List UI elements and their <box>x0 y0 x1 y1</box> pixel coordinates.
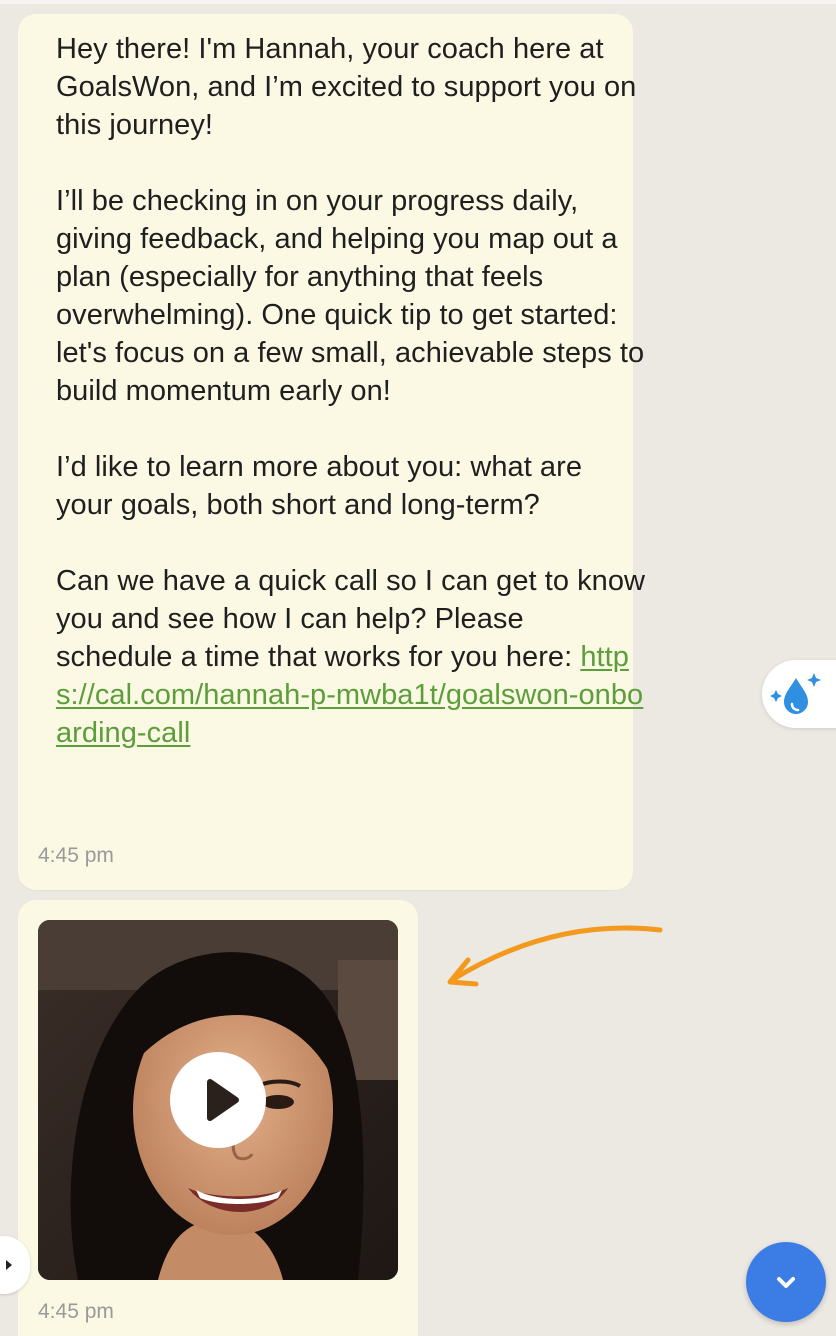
top-strip <box>0 0 836 4</box>
play-icon <box>207 1079 239 1121</box>
message-paragraph: I’d like to learn more about you: what a… <box>56 451 582 521</box>
message-timestamp: 4:45 pm <box>38 1300 114 1323</box>
chevron-right-icon <box>6 1260 12 1270</box>
curved-arrow-icon <box>447 925 663 987</box>
message-text: Hey there! I'm Hannah, your coach here a… <box>56 30 646 752</box>
message-paragraph: I’ll be checking in on your progress dai… <box>56 185 645 407</box>
chevron-down-icon <box>777 1277 795 1288</box>
message-timestamp: 4:45 pm <box>38 844 114 867</box>
message-paragraph-text: Can we have a quick call so I can get to… <box>56 565 646 673</box>
message-paragraph-with-link: Can we have a quick call so I can get to… <box>56 562 646 752</box>
message-paragraph: Hey there! I'm Hannah, your coach here a… <box>56 33 637 141</box>
message-bubble-intro: Hey there! I'm Hannah, your coach here a… <box>18 14 645 890</box>
sparkle-water-drop-icon <box>770 673 821 714</box>
sparkle-assistant-button[interactable] <box>762 660 836 728</box>
video-thumbnail[interactable] <box>38 920 398 1280</box>
play-button[interactable] <box>170 1052 266 1148</box>
scroll-to-bottom-button[interactable] <box>746 1242 826 1322</box>
